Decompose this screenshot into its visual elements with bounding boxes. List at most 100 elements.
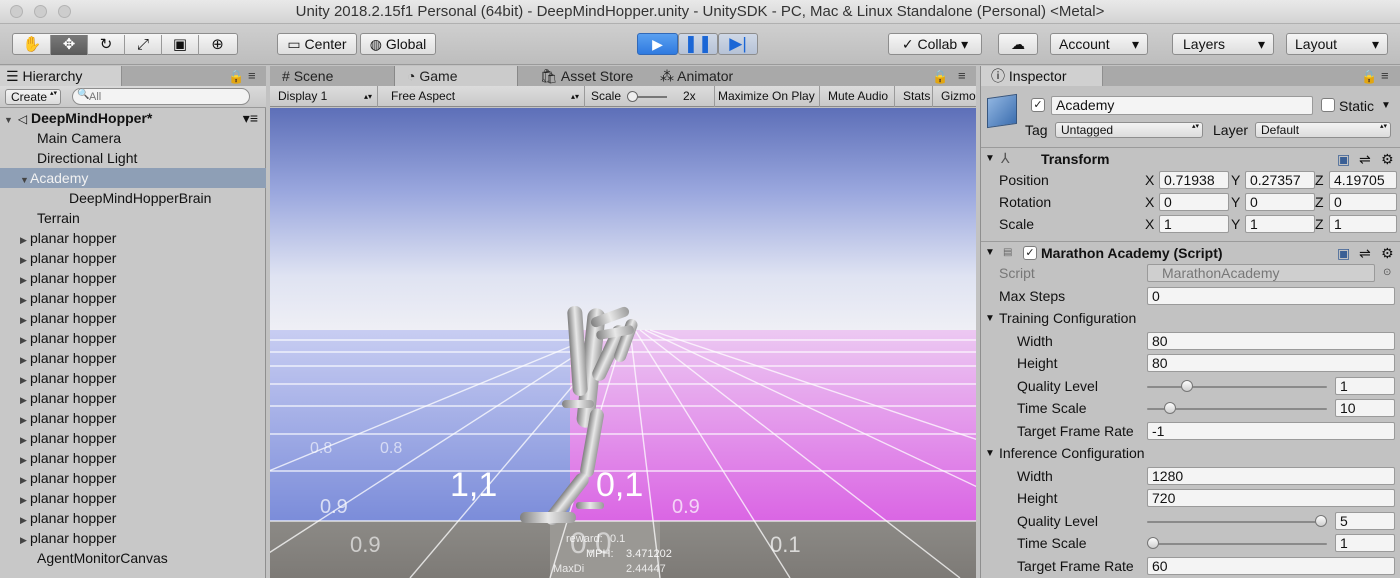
expand-triangle-icon[interactable]: ▶ (20, 510, 30, 530)
tab-scene[interactable]: # Scene (270, 66, 394, 86)
hierarchy-item[interactable]: ▶ planar hopper (0, 308, 266, 328)
transform-gear-icon[interactable]: ⚙ (1381, 150, 1394, 168)
training-width-field[interactable]: 80 (1147, 332, 1395, 350)
pause-button[interactable]: ❚❚ (678, 33, 718, 55)
scale-z-axis-label[interactable]: Z (1315, 215, 1324, 233)
hierarchy-item[interactable]: ▶ planar hopper (0, 228, 266, 248)
rotation-x-axis-label[interactable]: X (1145, 193, 1154, 211)
display-dropdown[interactable]: Display 1 ▴▾ (270, 86, 378, 107)
expand-triangle-icon[interactable]: ▶ (20, 330, 30, 350)
hierarchy-item[interactable]: Main Camera (0, 128, 266, 148)
hierarchy-item[interactable]: ▶ planar hopper (0, 468, 266, 488)
expand-triangle-icon[interactable]: ▶ (20, 310, 30, 330)
script-preset-icon[interactable]: ⇌ (1359, 244, 1371, 262)
script-help-icon[interactable]: ▣ (1337, 244, 1350, 262)
expand-triangle-icon[interactable]: ▶ (20, 230, 30, 250)
scale-icon[interactable]: ⤢ (125, 35, 162, 55)
pivot-toggle[interactable]: ▭ Center (277, 33, 357, 55)
static-dropdown-icon[interactable]: ▼ (1381, 97, 1391, 115)
scene-root[interactable]: ▼ ◁ DeepMindHopper* ▾≡ (0, 108, 266, 128)
hierarchy-item[interactable]: Directional Light (0, 148, 266, 168)
tab-asset-store[interactable]: 🛍 Asset Store (528, 66, 648, 86)
object-name-field[interactable]: Academy (1051, 96, 1313, 115)
hierarchy-item[interactable]: ▶ planar hopper (0, 368, 266, 388)
rotation-z-axis-label[interactable]: Z (1315, 193, 1324, 211)
close-window-button[interactable] (10, 5, 23, 18)
rect-icon[interactable]: ▣ (162, 35, 199, 55)
position-y-axis-label[interactable]: Y (1231, 171, 1240, 189)
step-button[interactable]: ▶| (718, 33, 758, 55)
inference-quality-field[interactable]: 5 (1335, 512, 1395, 530)
position-y-field[interactable]: 0.27357 (1245, 171, 1315, 189)
expand-triangle-icon[interactable]: ▶ (20, 370, 30, 390)
transform-help-icon[interactable]: ▣ (1337, 150, 1350, 168)
scene-menu-icon[interactable]: ▾≡ (243, 108, 258, 128)
expand-triangle-icon[interactable]: ▶ (20, 470, 30, 490)
hierarchy-item[interactable]: ▶ planar hopper (0, 528, 266, 548)
tab-animator[interactable]: ⁂ Animator (648, 66, 772, 86)
rotation-z-field[interactable]: 0 (1329, 193, 1397, 211)
training-height-field[interactable]: 80 (1147, 354, 1395, 372)
hierarchy-item[interactable]: ▼Academy (0, 168, 266, 188)
mute-audio-toggle[interactable]: Mute Audio (820, 86, 895, 107)
rotation-y-axis-label[interactable]: Y (1231, 193, 1240, 211)
static-checkbox[interactable] (1321, 98, 1335, 112)
hierarchy-search-input[interactable] (72, 88, 250, 105)
training-quality-slider[interactable] (1147, 386, 1327, 388)
expand-triangle-icon[interactable]: ▶ (20, 430, 30, 450)
inference-height-field[interactable]: 720 (1147, 489, 1395, 507)
space-toggle[interactable]: ◍ Global (360, 33, 436, 55)
zoom-window-button[interactable] (58, 5, 71, 18)
cloud-button[interactable]: ☁ (998, 33, 1038, 55)
transform-header[interactable]: ▼ ⅄ Transform ▣ ⇌ ⚙ (981, 147, 1400, 169)
active-checkbox[interactable]: ✓ (1031, 98, 1045, 112)
hierarchy-item[interactable]: ▶ planar hopper (0, 248, 266, 268)
scale-slider[interactable]: Scale 2x (583, 86, 715, 107)
scale-y-axis-label[interactable]: Y (1231, 215, 1240, 233)
script-header[interactable]: ▼ ▤ ✓ Marathon Academy (Script) ▣ ⇌ ⚙ (981, 241, 1400, 263)
minimize-window-button[interactable] (34, 5, 47, 18)
hierarchy-item[interactable]: ▶ planar hopper (0, 268, 266, 288)
game-viewport[interactable]: 1,1 0,1 0.9 0.9 0.8 0.8 0.9 0.1 0.0 rewa… (270, 108, 976, 578)
position-x-axis-label[interactable]: X (1145, 171, 1154, 189)
expand-triangle-icon[interactable]: ▶ (20, 350, 30, 370)
hierarchy-item[interactable]: ▶ planar hopper (0, 328, 266, 348)
inspector-tab[interactable]: ⓘ Inspector (981, 66, 1103, 86)
inference-timescale-field[interactable]: 1 (1335, 534, 1395, 552)
inference-fold-icon[interactable]: ▼ (985, 445, 995, 463)
hierarchy-item[interactable]: ▶ planar hopper (0, 428, 266, 448)
collab-dropdown[interactable]: ✓ Collab ▾ (888, 33, 982, 55)
expand-triangle-icon[interactable]: ▶ (20, 290, 30, 310)
position-x-field[interactable]: 0.71938 (1159, 171, 1229, 189)
inference-timescale-knob[interactable] (1147, 537, 1159, 549)
hierarchy-item[interactable]: ▶ planar hopper (0, 288, 266, 308)
expand-triangle-icon[interactable]: ▶ (20, 530, 30, 550)
hand-icon[interactable]: ✋ (14, 35, 51, 55)
expand-triangle-icon[interactable]: ▶ (20, 270, 30, 290)
layers-dropdown[interactable]: Layers ▾ (1172, 33, 1274, 55)
expand-triangle-icon[interactable]: ▼ (20, 170, 30, 190)
layout-dropdown[interactable]: Layout ▾ (1286, 33, 1388, 55)
stats-toggle[interactable]: Stats (895, 86, 933, 107)
hierarchy-item[interactable]: ▶ planar hopper (0, 508, 266, 528)
training-framerate-field[interactable]: -1 (1147, 422, 1395, 440)
hierarchy-item[interactable]: Terrain (0, 208, 266, 228)
hierarchy-item[interactable]: ▶ planar hopper (0, 448, 266, 468)
rotate-icon[interactable]: ↻ (88, 35, 125, 55)
inference-timescale-slider[interactable] (1147, 543, 1327, 545)
game-lock-icon[interactable]: 🔒 (932, 69, 948, 85)
expand-triangle-icon[interactable]: ▶ (20, 410, 30, 430)
transform-fold-icon[interactable]: ▼ (985, 150, 995, 168)
tab-game[interactable]: ◔ Game (394, 66, 518, 86)
hierarchy-item[interactable]: ▶ planar hopper (0, 348, 266, 368)
inference-quality-slider[interactable] (1147, 521, 1327, 523)
inference-width-field[interactable]: 1280 (1147, 467, 1395, 485)
hierarchy-item[interactable]: ▶ planar hopper (0, 388, 266, 408)
hierarchy-item[interactable]: ▶ planar hopper (0, 408, 266, 428)
scale-y-field[interactable]: 1 (1245, 215, 1315, 233)
transform-icon[interactable]: ⊕ (199, 35, 236, 55)
training-timescale-knob[interactable] (1163, 402, 1176, 414)
expand-triangle-icon[interactable]: ▶ (20, 250, 30, 270)
transform-preset-icon[interactable]: ⇌ (1359, 150, 1371, 168)
training-quality-field[interactable]: 1 (1335, 377, 1395, 395)
